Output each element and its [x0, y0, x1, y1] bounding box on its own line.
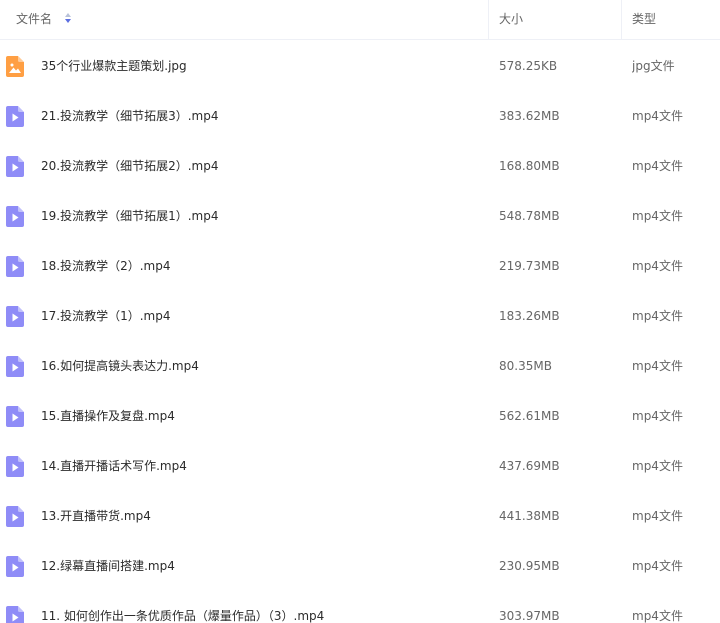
video-file-icon — [6, 406, 24, 427]
file-type: mp4文件 — [632, 409, 683, 423]
file-type: mp4文件 — [632, 259, 683, 273]
video-file-icon — [6, 356, 24, 377]
file-list-table: 文件名 大小 类型 35个行业爆款主题策划.jpg 578.25KB jpg文件 21… — [0, 0, 720, 623]
file-size: 562.61MB — [499, 409, 560, 423]
table-row[interactable]: 11. 如何创作出一条优质作品（爆量作品）（3）.mp4 303.97MB mp4文… — [0, 591, 720, 623]
file-name[interactable]: 35个行业爆款主题策划.jpg — [41, 41, 491, 91]
column-header-type-label: 类型 — [632, 12, 657, 26]
file-size: 183.26MB — [499, 309, 560, 323]
table-row[interactable]: 21.投流教学（细节拓展3）.mp4 383.62MB mp4文件 — [0, 91, 720, 141]
file-type: mp4文件 — [632, 459, 683, 473]
video-file-icon — [6, 206, 24, 227]
file-size: 441.38MB — [499, 509, 560, 523]
video-file-icon — [6, 106, 24, 127]
file-name[interactable]: 15.直播操作及复盘.mp4 — [41, 391, 491, 441]
file-type: mp4文件 — [632, 359, 683, 373]
table-row[interactable]: 20.投流教学（细节拓展2）.mp4 168.80MB mp4文件 — [0, 141, 720, 191]
column-divider[interactable] — [488, 0, 489, 39]
file-name[interactable]: 17.投流教学（1）.mp4 — [41, 291, 491, 341]
file-name[interactable]: 16.如何提高镜头表达力.mp4 — [41, 341, 491, 391]
sort-icon[interactable] — [64, 12, 72, 24]
column-header-type[interactable]: 类型 — [632, 0, 720, 39]
file-size: 168.80MB — [499, 159, 560, 173]
file-size: 548.78MB — [499, 209, 560, 223]
file-name[interactable]: 21.投流教学（细节拓展3）.mp4 — [41, 91, 491, 141]
table-row[interactable]: 16.如何提高镜头表达力.mp4 80.35MB mp4文件 — [0, 341, 720, 391]
file-size: 437.69MB — [499, 459, 560, 473]
table-row[interactable]: 13.开直播带货.mp4 441.38MB mp4文件 — [0, 491, 720, 541]
table-row[interactable]: 14.直播开播话术写作.mp4 437.69MB mp4文件 — [0, 441, 720, 491]
file-type: jpg文件 — [632, 59, 675, 73]
table-row[interactable]: 15.直播操作及复盘.mp4 562.61MB mp4文件 — [0, 391, 720, 441]
column-header-size-label: 大小 — [499, 12, 524, 26]
file-size: 230.95MB — [499, 559, 560, 573]
video-file-icon — [6, 456, 24, 477]
video-file-icon — [6, 606, 24, 623]
table-row[interactable]: 12.绿幕直播间搭建.mp4 230.95MB mp4文件 — [0, 541, 720, 591]
table-row[interactable]: 18.投流教学（2）.mp4 219.73MB mp4文件 — [0, 241, 720, 291]
table-row[interactable]: 35个行业爆款主题策划.jpg 578.25KB jpg文件 — [0, 41, 720, 91]
table-row[interactable]: 17.投流教学（1）.mp4 183.26MB mp4文件 — [0, 291, 720, 341]
video-file-icon — [6, 306, 24, 327]
file-size: 383.62MB — [499, 109, 560, 123]
column-divider[interactable] — [621, 0, 622, 39]
file-name[interactable]: 19.投流教学（细节拓展1）.mp4 — [41, 191, 491, 241]
file-size: 219.73MB — [499, 259, 560, 273]
file-size: 80.35MB — [499, 359, 552, 373]
image-file-icon — [6, 56, 24, 77]
file-type: mp4文件 — [632, 559, 683, 573]
file-type: mp4文件 — [632, 109, 683, 123]
table-header: 文件名 大小 类型 — [0, 0, 720, 40]
video-file-icon — [6, 556, 24, 577]
video-file-icon — [6, 506, 24, 527]
file-size: 578.25KB — [499, 59, 558, 73]
file-name[interactable]: 14.直播开播话术写作.mp4 — [41, 441, 491, 491]
file-name[interactable]: 11. 如何创作出一条优质作品（爆量作品）（3）.mp4 — [41, 591, 491, 623]
column-header-name-label: 文件名 — [16, 12, 53, 26]
video-file-icon — [6, 156, 24, 177]
file-type: mp4文件 — [632, 609, 683, 623]
file-type: mp4文件 — [632, 509, 683, 523]
file-type: mp4文件 — [632, 159, 683, 173]
file-type: mp4文件 — [632, 209, 683, 223]
file-name[interactable]: 20.投流教学（细节拓展2）.mp4 — [41, 141, 491, 191]
column-header-name[interactable]: 文件名 — [16, 0, 486, 39]
table-row[interactable]: 19.投流教学（细节拓展1）.mp4 548.78MB mp4文件 — [0, 191, 720, 241]
file-rows: 35个行业爆款主题策划.jpg 578.25KB jpg文件 21.投流教学（细节拓展… — [0, 41, 720, 623]
file-name[interactable]: 13.开直播带货.mp4 — [41, 491, 491, 541]
file-name[interactable]: 18.投流教学（2）.mp4 — [41, 241, 491, 291]
video-file-icon — [6, 256, 24, 277]
column-header-size[interactable]: 大小 — [499, 0, 619, 39]
file-name[interactable]: 12.绿幕直播间搭建.mp4 — [41, 541, 491, 591]
file-type: mp4文件 — [632, 309, 683, 323]
file-size: 303.97MB — [499, 609, 560, 623]
